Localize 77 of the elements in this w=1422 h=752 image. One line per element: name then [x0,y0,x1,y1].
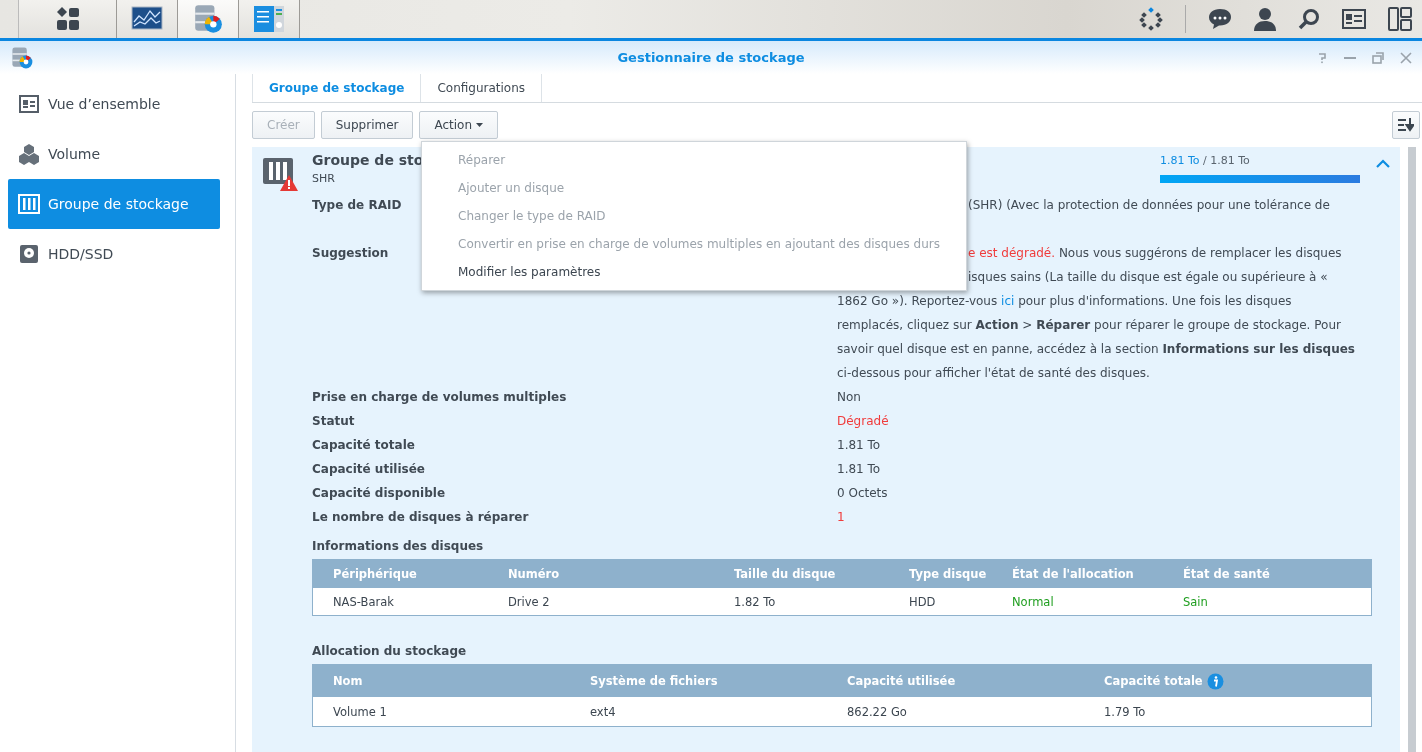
sidebar-item[interactable]: Volume [8,129,220,179]
sidebar-item[interactable]: HDD/SSD [8,229,220,279]
column-header[interactable]: Capacité utilisée [847,674,956,688]
field-value: 1.81 To [837,437,881,454]
app-icon [10,45,34,70]
storage-app-icon[interactable] [192,3,224,35]
log-panel-icon[interactable] [253,5,285,33]
drive-bay-icon [18,194,40,214]
field-label: Prise en charge de volumes multiples [312,390,567,404]
chevron-icon[interactable] [1376,159,1390,168]
usage-text: 1.81 To / 1.81 To [1160,154,1251,167]
column-header[interactable]: Périphérique [333,567,417,581]
cubes-icon [18,143,40,165]
help-link[interactable]: ici [1001,294,1015,308]
field-value: 1862 Go »). Reportez-vous ici pour plus d'informations. Une fois les disques [837,293,1292,310]
field-value: ci-dessous pour afficher l'état de santé des disques. [837,365,1150,382]
toolbar-button[interactable]: Supprimer [320,111,414,139]
window-title: Gestionnaire de stockage [617,50,805,65]
field-value: remplacés, cliquez sur Action > Réparer pour réparer le groupe de stockage. Pour [837,317,1341,334]
table-cell: HDD [909,594,936,609]
field-value: 1.81 To [837,461,881,478]
tab[interactable]: Configurations [420,74,543,102]
table-cell: Drive 2 [508,594,550,609]
sort-icon [1398,118,1414,132]
column-header[interactable]: Système de fichiers [590,674,718,688]
table-cell: Volume 1 [333,704,387,719]
field-label: Capacité disponible [312,486,446,500]
column-header[interactable]: Taille du disque [734,567,836,581]
table-cell: 862.22 Go [847,704,907,719]
id-card-icon [19,95,39,113]
column-header[interactable]: Numéro [508,567,560,581]
table-cell: Normal [1012,594,1054,609]
field-value: 0 Octets [837,485,888,502]
table-cell: 1.82 To [734,594,776,609]
field-value: 1 [837,509,845,526]
user-icon[interactable] [1254,7,1276,31]
dropdown-button[interactable]: Action [419,111,499,139]
chat-icon[interactable] [1208,8,1232,30]
field-label: Capacité utilisée [312,462,425,476]
field-value: (SHR) (Avec la protection de données pour une tolérance de [968,197,1330,214]
field-label: Type de RAID [312,198,402,212]
field-label: Suggestion [312,246,389,260]
column-header[interactable]: Capacité totale [1104,674,1203,688]
menu-item[interactable]: Modifier les paramètres [422,258,966,286]
search-icon[interactable] [1298,8,1320,30]
column-header[interactable]: État de santé [1183,567,1270,581]
sort-button[interactable] [1392,111,1420,139]
column-header[interactable]: État de l'allocation [1012,567,1134,581]
table-cell: Sain [1183,594,1208,609]
field-value: savoir quel disque est en panne, accédez à la section Informations sur les disques [837,341,1355,358]
caret-icon [476,123,484,127]
loading-ring-icon[interactable] [1139,7,1163,31]
chart-monitor-icon[interactable] [131,6,163,32]
section-title: Allocation du stockage [312,644,468,658]
field-label: Capacité totale [312,438,415,452]
sidebar-item[interactable]: Groupe de stockage [8,179,220,229]
widgets-icon[interactable] [1388,7,1412,31]
column-header[interactable]: Type disque [909,567,987,581]
field-value: Non [837,389,861,406]
sidebar-item[interactable]: Vue d’ensemble [8,79,220,129]
field-value: e est dégradé. Nous vous suggérons de remplacer les disques [968,245,1342,262]
id-card-icon[interactable] [1342,9,1366,29]
table-cell: 1.79 To [1104,704,1146,719]
tab[interactable]: Groupe de stockage [252,74,422,102]
column-header[interactable]: Nom [333,674,363,688]
scrollbar[interactable] [1408,147,1416,752]
table-cell: ext4 [590,704,616,719]
field-label: Statut [312,414,355,428]
table-cell: NAS-Barak [333,594,394,609]
raid-type: SHR [312,172,336,185]
apps-grid-icon[interactable] [55,7,80,31]
drive-bay-icon [262,157,296,187]
field-value: Dégradé [837,413,889,430]
info-icon[interactable] [1206,672,1224,690]
field-label: Le nombre de disques à réparer [312,510,529,524]
field-value: isques sains (La taille du disque est égale ou supérieure à « [968,269,1328,286]
section-title: Informations des disques [312,539,485,553]
